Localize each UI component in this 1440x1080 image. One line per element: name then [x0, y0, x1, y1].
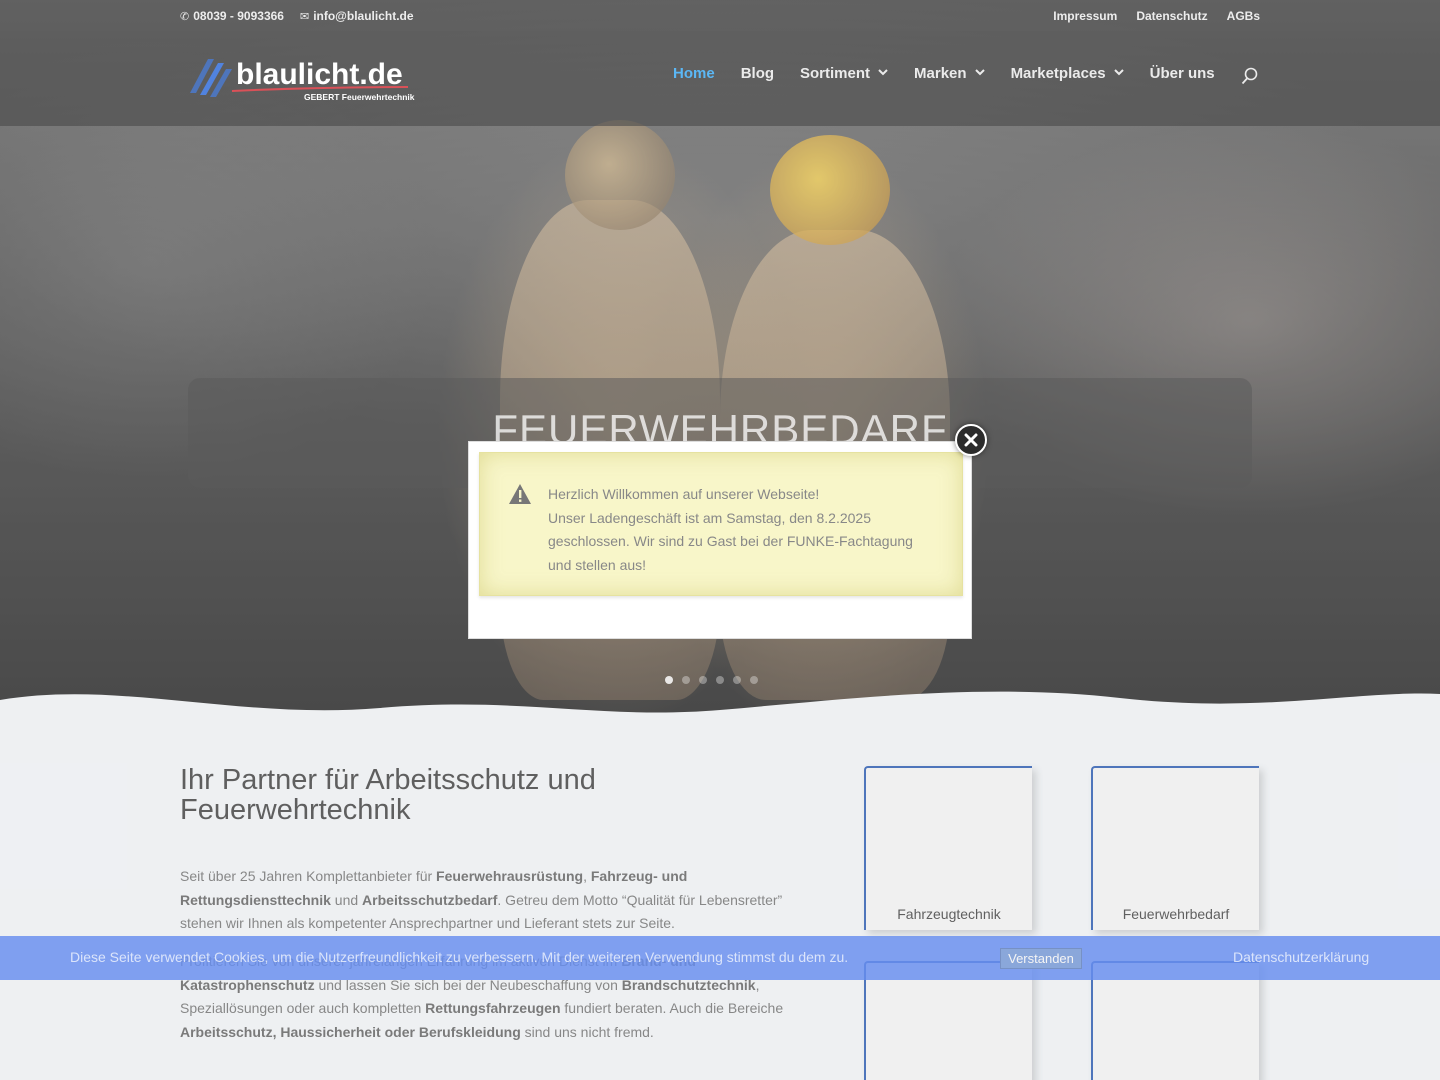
notice-box: Herzlich Willkommen auf unserer Webseite… [479, 452, 963, 596]
notice-line: Unser Ladengeschäft ist am Samstag, den … [548, 509, 913, 573]
close-icon[interactable] [955, 424, 987, 456]
notice-line: Herzlich Willkommen auf unserer Webseite… [548, 486, 820, 502]
notice-text: Herzlich Willkommen auf unserer Webseite… [548, 483, 938, 577]
welcome-modal: Herzlich Willkommen auf unserer Webseite… [468, 441, 972, 639]
warning-icon [509, 484, 531, 504]
